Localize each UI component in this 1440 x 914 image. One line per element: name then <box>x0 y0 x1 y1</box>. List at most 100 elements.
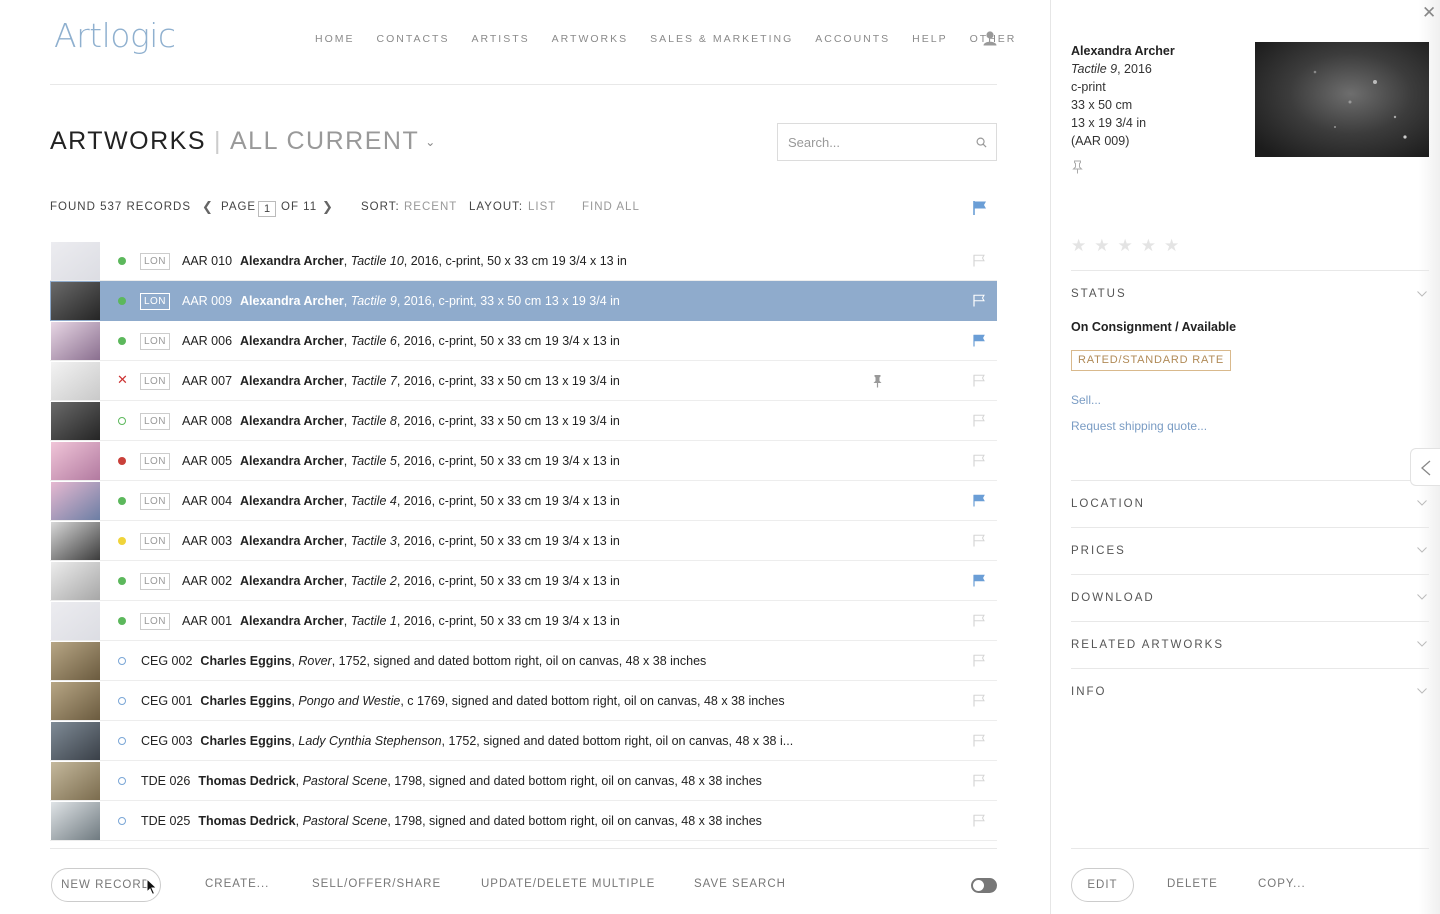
flag-icon[interactable] <box>973 254 985 267</box>
artwork-thumbnail[interactable] <box>51 802 100 840</box>
search-icon[interactable] <box>976 137 987 148</box>
section-download[interactable]: DOWNLOAD <box>1071 592 1155 604</box>
view-toggle[interactable] <box>971 878 997 893</box>
table-row[interactable]: LON AAR 010 Alexandra Archer, Tactile 10, … <box>50 241 997 281</box>
table-row[interactable]: TDE 025 Thomas Dedrick, Pastoral Scene, 1… <box>50 801 997 841</box>
collapse-panel-tab[interactable] <box>1410 448 1440 486</box>
star-icon[interactable]: ★ <box>1118 236 1133 256</box>
prev-page-icon[interactable]: ❮ <box>202 199 214 215</box>
layout-value[interactable]: LIST <box>528 201 556 213</box>
table-row[interactable]: LON AAR 003 Alexandra Archer, Tactile 3, 2… <box>50 521 997 561</box>
pin-icon[interactable] <box>872 374 883 388</box>
flag-icon[interactable] <box>973 534 985 547</box>
star-icon[interactable]: ★ <box>1164 236 1179 256</box>
chevron-down-icon[interactable] <box>1417 291 1427 297</box>
chevron-down-icon[interactable]: ⌄ <box>425 135 437 149</box>
nav-contacts[interactable]: CONTACTS <box>377 33 450 45</box>
star-icon[interactable]: ★ <box>1141 236 1156 256</box>
section-location[interactable]: LOCATION <box>1071 498 1145 510</box>
nav-accounts[interactable]: ACCOUNTS <box>815 33 890 45</box>
table-row[interactable]: LON AAR 006 Alexandra Archer, Tactile 6, 2… <box>50 321 997 361</box>
artwork-image[interactable] <box>1255 42 1429 157</box>
section-prices[interactable]: PRICES <box>1071 545 1126 557</box>
flag-icon[interactable] <box>973 734 985 747</box>
pin-icon[interactable] <box>1072 160 1083 174</box>
rating-stars[interactable]: ★ ★ ★ ★ ★ <box>1071 236 1179 256</box>
section-info[interactable]: INFO <box>1071 686 1106 698</box>
chevron-down-icon[interactable] <box>1417 594 1427 600</box>
copy-button[interactable]: COPY... <box>1258 878 1306 890</box>
section-related-artworks[interactable]: RELATED ARTWORKS <box>1071 639 1224 651</box>
artlogic-logo[interactable]: Artlogic <box>54 16 176 55</box>
flag-icon[interactable] <box>973 414 985 427</box>
chevron-down-icon[interactable] <box>1417 500 1427 506</box>
chevron-left-icon[interactable] <box>1420 460 1432 476</box>
sort-value[interactable]: RECENT <box>404 201 457 213</box>
table-row[interactable]: CEG 001 Charles Eggins, Pongo and Westie,… <box>50 681 997 721</box>
find-all-button[interactable]: FIND ALL <box>582 201 640 213</box>
artwork-thumbnail[interactable] <box>51 282 100 320</box>
flag-icon[interactable] <box>973 294 985 307</box>
flag-icon[interactable] <box>973 574 985 587</box>
flag-filter-icon[interactable] <box>972 200 988 216</box>
nav-sales-marketing[interactable]: SALES & MARKETING <box>650 33 793 45</box>
table-row[interactable]: CEG 002 Charles Eggins, Rover, 1752, sign… <box>50 641 997 681</box>
flag-icon[interactable] <box>973 454 985 467</box>
artwork-thumbnail[interactable] <box>51 602 100 640</box>
artwork-thumbnail[interactable] <box>51 322 100 360</box>
section-status[interactable]: STATUS <box>1071 288 1127 300</box>
nav-artists[interactable]: ARTISTS <box>471 33 529 45</box>
flag-icon[interactable] <box>973 814 985 827</box>
nav-artworks[interactable]: ARTWORKS <box>552 33 628 45</box>
chevron-down-icon[interactable] <box>1417 641 1427 647</box>
sell-offer-share-button[interactable]: SELL/OFFER/SHARE <box>312 878 441 890</box>
artwork-thumbnail[interactable] <box>51 442 100 480</box>
page-current[interactable]: 1 <box>258 201 276 217</box>
artwork-thumbnail[interactable] <box>51 482 100 520</box>
next-page-icon[interactable]: ❯ <box>322 199 334 215</box>
flag-icon[interactable] <box>973 694 985 707</box>
artwork-thumbnail[interactable] <box>51 362 100 400</box>
flag-icon[interactable] <box>973 334 985 347</box>
artwork-thumbnail[interactable] <box>51 642 100 680</box>
artwork-thumbnail[interactable] <box>51 242 100 280</box>
artwork-thumbnail[interactable] <box>51 682 100 720</box>
chevron-down-icon[interactable] <box>1417 688 1427 694</box>
delete-button[interactable]: DELETE <box>1167 878 1218 890</box>
new-record-button[interactable]: NEW RECORD <box>51 868 161 902</box>
chevron-down-icon[interactable] <box>1417 547 1427 553</box>
nav-help[interactable]: HELP <box>912 33 947 45</box>
save-search-button[interactable]: SAVE SEARCH <box>694 878 786 890</box>
flag-icon[interactable] <box>973 654 985 667</box>
flag-icon[interactable] <box>973 494 985 507</box>
user-icon[interactable] <box>982 30 998 46</box>
table-row[interactable]: LON AAR 008 Alexandra Archer, Tactile 8, 2… <box>50 401 997 441</box>
table-row[interactable]: LON AAR 005 Alexandra Archer, Tactile 5, 2… <box>50 441 997 481</box>
update-delete-multiple-button[interactable]: UPDATE/DELETE MULTIPLE <box>481 878 655 890</box>
shipping-quote-link[interactable]: Request shipping quote... <box>1071 419 1207 433</box>
table-row[interactable]: TDE 026 Thomas Dedrick, Pastoral Scene, 1… <box>50 761 997 801</box>
sell-link[interactable]: Sell... <box>1071 393 1101 407</box>
table-row[interactable]: ✕ LON AAR 007 Alexandra Archer, Tactile 7, … <box>50 361 997 401</box>
search-input[interactable] <box>778 124 958 160</box>
view-selector[interactable]: ALL CURRENT <box>230 127 419 156</box>
artwork-thumbnail[interactable] <box>51 522 100 560</box>
artwork-thumbnail[interactable] <box>51 562 100 600</box>
create-button[interactable]: CREATE... <box>205 878 269 890</box>
star-icon[interactable]: ★ <box>1071 236 1086 256</box>
flag-icon[interactable] <box>973 614 985 627</box>
table-row[interactable]: LON AAR 002 Alexandra Archer, Tactile 2, 2… <box>50 561 997 601</box>
flag-icon[interactable] <box>973 774 985 787</box>
nav-home[interactable]: HOME <box>315 33 355 45</box>
table-row[interactable]: LON AAR 009 Alexandra Archer, Tactile 9, 2… <box>50 281 997 321</box>
detail-artist[interactable]: Alexandra Archer <box>1071 42 1175 60</box>
table-row[interactable]: LON AAR 004 Alexandra Archer, Tactile 4, 2… <box>50 481 997 521</box>
artwork-thumbnail[interactable] <box>51 762 100 800</box>
star-icon[interactable]: ★ <box>1094 236 1109 256</box>
table-row[interactable]: CEG 003 Charles Eggins, Lady Cynthia Step… <box>50 721 997 761</box>
table-row[interactable]: LON AAR 001 Alexandra Archer, Tactile 1, 2… <box>50 601 997 641</box>
artwork-thumbnail[interactable] <box>51 722 100 760</box>
edit-button[interactable]: EDIT <box>1071 868 1134 902</box>
artwork-thumbnail[interactable] <box>51 402 100 440</box>
close-icon[interactable]: ✕ <box>1422 4 1436 21</box>
